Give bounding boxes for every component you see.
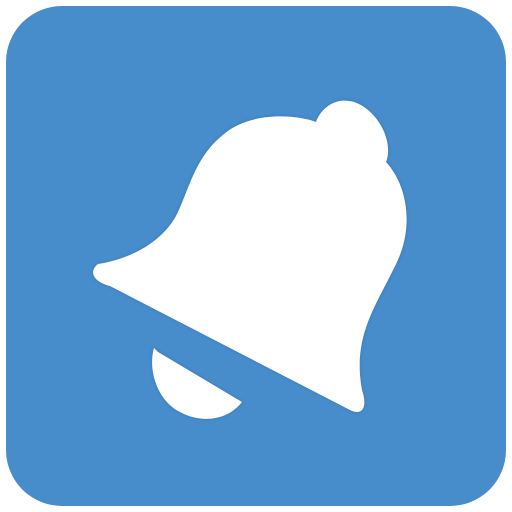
bell-body: [93, 100, 407, 412]
bell-clapper: [152, 348, 242, 419]
notifications-app-icon[interactable]: [6, 6, 506, 506]
bell-icon: [93, 100, 407, 419]
icon-canvas: [0, 0, 512, 512]
